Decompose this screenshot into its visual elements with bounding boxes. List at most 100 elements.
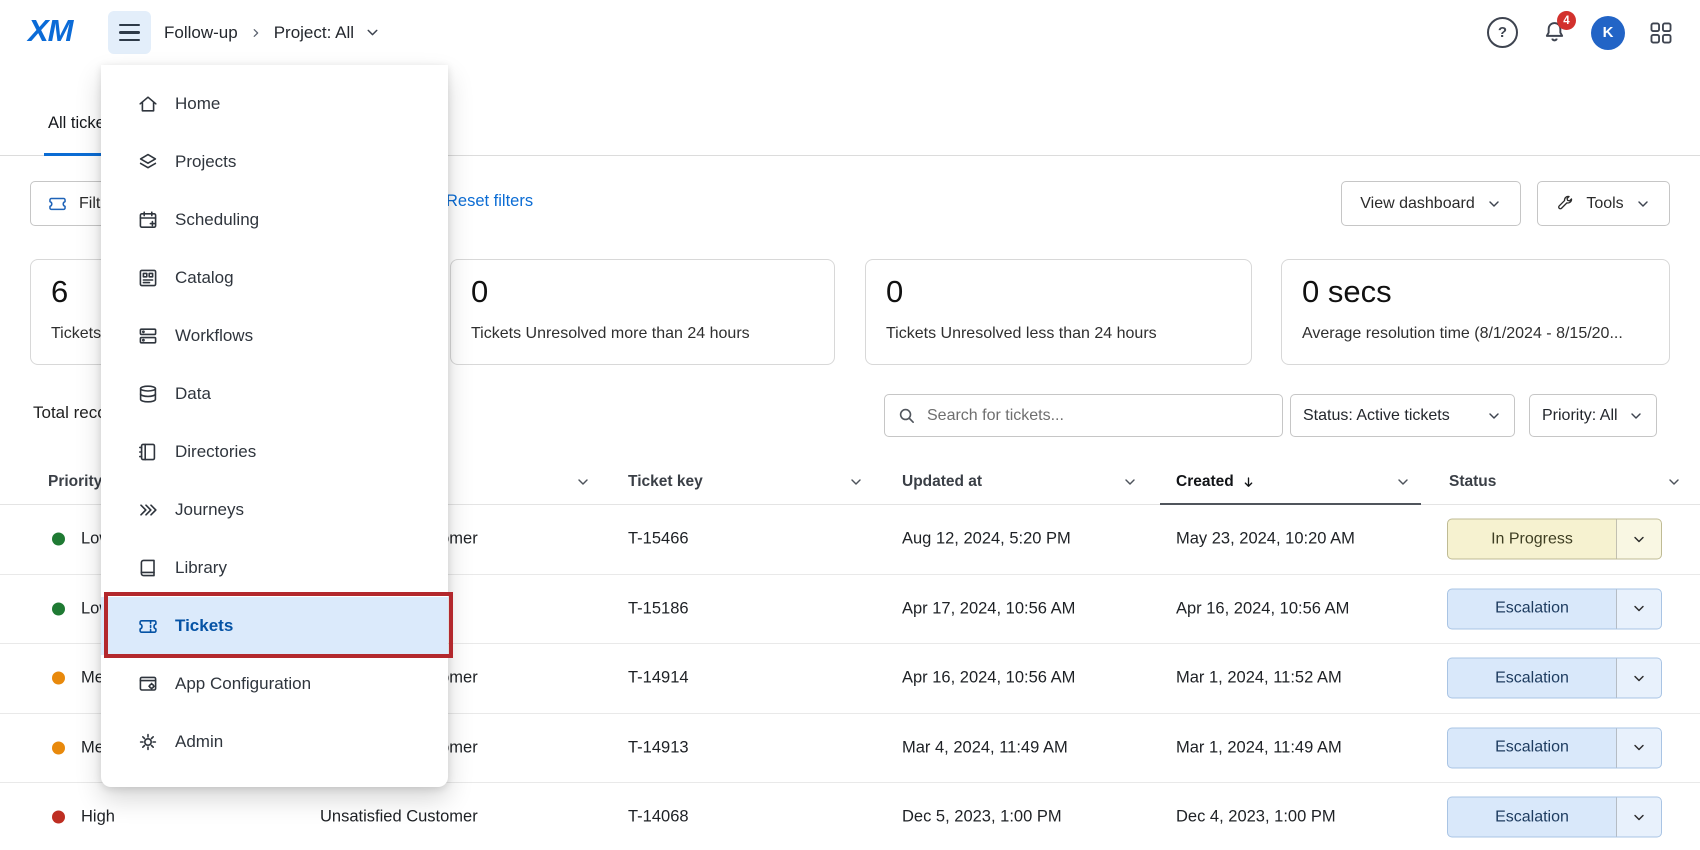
status-badge[interactable]: Escalation [1447, 588, 1662, 629]
priority-filter-dropdown[interactable]: Priority: All [1529, 394, 1657, 437]
column-header-updated-at[interactable]: Updated at [902, 459, 982, 505]
menu-item-app-configuration[interactable]: App Configuration [101, 655, 448, 713]
menu-item-journeys[interactable]: Journeys [101, 481, 448, 539]
column-header-created[interactable]: Created [1176, 459, 1256, 505]
projects-icon [137, 151, 159, 173]
created-cell: Apr 16, 2024, 10:56 AM [1176, 599, 1349, 618]
chevron-down-icon[interactable] [1616, 798, 1661, 837]
avatar: K [1591, 16, 1625, 50]
status-label: Escalation [1448, 728, 1616, 767]
hamburger-menu-button[interactable] [108, 11, 151, 54]
menu-item-label: Workflows [175, 326, 253, 346]
chevron-right-icon [249, 26, 263, 40]
home-icon [137, 93, 159, 115]
priority-dot [52, 533, 65, 546]
menu-item-catalog[interactable]: Catalog [101, 249, 448, 307]
menu-item-data[interactable]: Data [101, 365, 448, 423]
menu-item-scheduling[interactable]: Scheduling [101, 191, 448, 249]
help-icon: ? [1487, 17, 1518, 48]
menu-item-label: Home [175, 94, 220, 114]
status-label: In Progress [1448, 520, 1616, 559]
notification-count-badge: 4 [1557, 11, 1576, 30]
menu-item-label: Library [175, 558, 227, 578]
chevron-down-icon[interactable] [1122, 474, 1138, 490]
project-selector[interactable]: Project: All [274, 23, 381, 43]
menu-item-tickets[interactable]: Tickets [101, 597, 448, 655]
ticket-name-cell: Unsatisfied Customer [320, 808, 478, 827]
ticket-key-cell: T-15466 [628, 530, 689, 549]
created-cell: Dec 4, 2023, 1:00 PM [1176, 808, 1336, 827]
menu-item-label: App Configuration [175, 674, 311, 694]
navigation-menu-panel: Home Projects Scheduling Catalog Workflo [101, 65, 448, 787]
status-badge[interactable]: In Progress [1447, 519, 1662, 560]
menu-item-workflows[interactable]: Workflows [101, 307, 448, 365]
updated-at-cell: Dec 5, 2023, 1:00 PM [902, 808, 1062, 827]
column-header-ticket-key[interactable]: Ticket key [628, 459, 703, 505]
menu-item-admin[interactable]: Admin [101, 713, 448, 771]
menu-item-projects[interactable]: Projects [101, 133, 448, 191]
chevron-down-icon[interactable] [1616, 659, 1661, 698]
chevron-down-icon[interactable] [1395, 474, 1411, 490]
menu-item-directories[interactable]: Directories [101, 423, 448, 481]
ticket-key-cell: T-14068 [628, 808, 689, 827]
menu-item-label: Data [175, 384, 211, 404]
status-badge[interactable]: Escalation [1447, 727, 1662, 768]
menu-item-label: Journeys [175, 500, 244, 520]
ticket-search-box [884, 394, 1283, 437]
chevron-down-icon[interactable] [1616, 520, 1661, 559]
status-filter-dropdown[interactable]: Status: Active tickets [1290, 394, 1515, 437]
menu-item-library[interactable]: Library [101, 539, 448, 597]
updated-at-cell: Aug 12, 2024, 5:20 PM [902, 530, 1071, 549]
column-header-status: Status [1449, 459, 1496, 505]
status-label: Escalation [1448, 589, 1616, 628]
ticket-key-cell: T-14914 [628, 669, 689, 688]
priority-cell: High [81, 808, 115, 827]
table-row[interactable]: High Unsatisfied Customer T-14068 Dec 5,… [0, 783, 1700, 850]
workflows-icon [137, 325, 159, 347]
breadcrumb: Follow-up Project: All [164, 0, 381, 65]
tools-button[interactable]: Tools [1537, 181, 1670, 226]
admin-icon [137, 731, 159, 753]
menu-item-label: Scheduling [175, 210, 259, 230]
chevron-down-icon[interactable] [1616, 589, 1661, 628]
chevron-down-icon[interactable] [1616, 728, 1661, 767]
search-icon [897, 406, 916, 425]
stat-card-unresolved-more-24h: 0 Tickets Unresolved more than 24 hours [450, 259, 835, 365]
ticket-key-cell: T-15186 [628, 599, 689, 618]
view-dashboard-button[interactable]: View dashboard [1341, 181, 1521, 226]
breadcrumb-follow-up[interactable]: Follow-up [164, 23, 238, 43]
status-badge[interactable]: Escalation [1447, 658, 1662, 699]
menu-item-home[interactable]: Home [101, 75, 448, 133]
top-bar: XM Follow-up Project: All ? [0, 0, 1700, 65]
updated-at-cell: Apr 16, 2024, 10:56 AM [902, 669, 1075, 688]
reset-filters-link[interactable]: Reset filters [446, 192, 533, 211]
search-input[interactable] [925, 406, 1270, 426]
xm-logo[interactable]: XM [28, 13, 73, 49]
menu-item-label: Directories [175, 442, 256, 462]
wrench-icon [1556, 194, 1575, 213]
help-button[interactable]: ? [1487, 17, 1518, 48]
notifications-button[interactable]: 4 [1541, 19, 1568, 46]
created-cell: May 23, 2024, 10:20 AM [1176, 530, 1355, 549]
view-dashboard-label: View dashboard [1360, 195, 1474, 213]
app-configuration-icon [137, 673, 159, 695]
menu-item-label: Admin [175, 732, 223, 752]
priority-dot [52, 741, 65, 754]
journeys-icon [137, 499, 159, 521]
scheduling-icon [137, 209, 159, 231]
topbar-actions: ? 4 K [1487, 0, 1674, 65]
user-avatar[interactable]: K [1591, 16, 1625, 50]
app-switcher-button[interactable] [1648, 20, 1674, 46]
chevron-down-icon[interactable] [1666, 474, 1682, 490]
chevron-down-icon[interactable] [848, 474, 864, 490]
tools-label: Tools [1586, 195, 1623, 213]
status-badge[interactable]: Escalation [1447, 797, 1662, 838]
tickets-icon [137, 615, 159, 637]
column-header-priority[interactable]: Priority [48, 459, 102, 505]
priority-dot [52, 602, 65, 615]
chevron-down-icon [1486, 408, 1502, 424]
updated-at-cell: Apr 17, 2024, 10:56 AM [902, 599, 1075, 618]
project-selector-label: Project: All [274, 23, 354, 43]
chevron-down-icon[interactable] [575, 474, 591, 490]
stat-card-avg-resolution: 0 secs Average resolution time (8/1/2024… [1281, 259, 1670, 365]
